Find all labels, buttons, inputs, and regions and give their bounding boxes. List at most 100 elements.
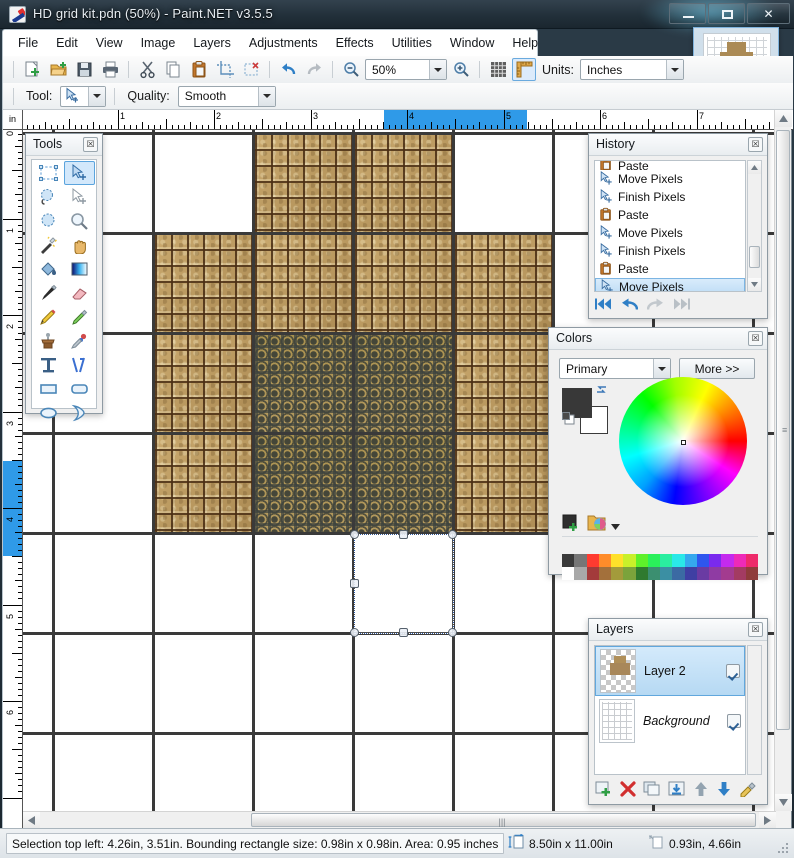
ellipse-select-tool[interactable] — [33, 209, 64, 233]
palette-swatch[interactable] — [647, 567, 660, 580]
forward-all-icon[interactable] — [673, 297, 690, 314]
rectangle-select-tool[interactable] — [33, 161, 64, 185]
units-combobox[interactable]: Inches — [579, 59, 684, 80]
close-button[interactable]: ✕ — [747, 3, 790, 24]
selection-handle-top-center[interactable] — [399, 530, 408, 539]
active-tool-combobox[interactable] — [60, 85, 107, 107]
color-mode-combobox[interactable]: Primary — [559, 358, 671, 379]
palette-swatch[interactable] — [562, 554, 575, 567]
layers-panel[interactable]: Layers ☒ Layer 2 Background — [588, 618, 768, 805]
palette-swatch[interactable] — [623, 567, 636, 580]
zoom-in-icon[interactable] — [449, 58, 473, 81]
scroll-up-button[interactable] — [775, 110, 792, 127]
palette-icon[interactable] — [587, 514, 607, 535]
vertical-scroll-thumb[interactable]: ≡ — [776, 130, 790, 730]
history-panel[interactable]: History ☒ Paste Move Pixels Finish Pixels P… — [588, 133, 768, 319]
history-item[interactable]: Move Pixels — [595, 224, 745, 242]
clone-stamp-tool[interactable] — [33, 329, 64, 353]
undo-icon[interactable] — [276, 58, 300, 81]
swap-colors-icon[interactable] — [595, 383, 608, 399]
history-item[interactable]: Move Pixels — [595, 170, 745, 188]
menu-view[interactable]: View — [87, 32, 132, 54]
palette-swatch[interactable] — [586, 554, 599, 567]
chevron-down-icon[interactable] — [653, 359, 670, 378]
palette-swatch[interactable] — [562, 567, 575, 580]
add-layer-button[interactable] — [595, 781, 613, 800]
minimize-button[interactable] — [669, 3, 706, 24]
menu-image[interactable]: Image — [132, 32, 185, 54]
rounded-rectangle-tool[interactable] — [64, 377, 95, 401]
vertical-scrollbar[interactable]: ≡ — [774, 110, 792, 811]
close-icon[interactable]: ☒ — [748, 137, 763, 152]
layer-properties-button[interactable] — [739, 781, 757, 800]
palette-row-1[interactable] — [562, 554, 758, 567]
move-layer-up-button[interactable] — [693, 781, 709, 800]
tools-panel[interactable]: Tools ☒ — [25, 133, 103, 422]
menu-file[interactable]: File — [9, 32, 47, 54]
save-icon[interactable] — [72, 58, 96, 81]
palette-swatch[interactable] — [635, 567, 648, 580]
history-scrollbar[interactable] — [747, 160, 762, 292]
color-wheel-cursor[interactable] — [681, 440, 686, 445]
colors-panel[interactable]: Colors ☒ Primary More >> — [548, 327, 768, 580]
history-item[interactable]: Paste — [595, 260, 745, 278]
selection-handle-bottom-right[interactable] — [448, 628, 457, 637]
horizontal-ruler[interactable]: 12345678 — [23, 110, 793, 130]
menu-layers[interactable]: Layers — [184, 32, 240, 54]
layers-scrollbar[interactable] — [747, 645, 762, 775]
palette-swatch[interactable] — [684, 567, 697, 580]
menu-help[interactable]: Help — [503, 32, 547, 54]
lasso-select-tool[interactable] — [33, 185, 64, 209]
print-icon[interactable] — [98, 58, 122, 81]
zoom-level-combobox[interactable]: 50% — [365, 59, 447, 80]
palette-swatch[interactable] — [574, 554, 587, 567]
vertical-ruler[interactable]: 0 1 2 3 4 5 6 — [3, 130, 23, 828]
palette-swatch[interactable] — [684, 554, 697, 567]
menu-edit[interactable]: Edit — [47, 32, 87, 54]
scroll-left-button[interactable] — [23, 812, 40, 828]
selection-handle-bottom-left[interactable] — [350, 628, 359, 637]
ellipse-tool[interactable] — [33, 401, 64, 425]
palette-row-2[interactable] — [562, 567, 758, 580]
redo-icon[interactable] — [646, 297, 664, 314]
palette-swatch[interactable] — [574, 567, 587, 580]
paste-icon[interactable] — [187, 58, 211, 81]
recolor-tool[interactable] — [64, 329, 95, 353]
reset-colors-icon[interactable] — [562, 412, 575, 425]
chevron-down-icon[interactable] — [429, 60, 446, 79]
new-icon[interactable] — [20, 58, 44, 81]
menu-adjustments[interactable]: Adjustments — [240, 32, 327, 54]
chevron-down-icon[interactable] — [257, 86, 275, 106]
history-item[interactable]: Finish Pixels — [595, 188, 745, 206]
close-icon[interactable]: ☒ — [748, 331, 763, 346]
palette-swatch[interactable] — [733, 567, 746, 580]
close-icon[interactable]: ☒ — [748, 622, 763, 637]
move-layer-down-button[interactable] — [716, 781, 732, 800]
selection-handle-top-left[interactable] — [350, 530, 359, 539]
scroll-right-button[interactable] — [759, 812, 776, 828]
palette-swatch[interactable] — [672, 554, 685, 567]
deselect-all-icon[interactable] — [239, 58, 263, 81]
palette-swatch[interactable] — [660, 554, 673, 567]
palette-swatch[interactable] — [598, 567, 611, 580]
open-icon[interactable] — [46, 58, 70, 81]
rewind-all-icon[interactable] — [595, 297, 612, 314]
crop-to-selection-icon[interactable] — [213, 58, 237, 81]
cut-icon[interactable] — [135, 58, 159, 81]
palette-swatch[interactable] — [696, 567, 709, 580]
redo-icon[interactable] — [302, 58, 326, 81]
history-item[interactable]: Finish Pixels — [595, 242, 745, 260]
layers-list[interactable]: Layer 2 Background — [594, 645, 746, 775]
palette-swatch[interactable] — [709, 567, 722, 580]
layer-visibility-checkbox[interactable] — [726, 664, 740, 678]
colors-panel-header[interactable]: Colors ☒ — [549, 328, 767, 350]
menu-window[interactable]: Window — [441, 32, 503, 54]
maximize-button[interactable] — [708, 3, 745, 24]
zoom-out-icon[interactable] — [339, 58, 363, 81]
paintbrush-tool[interactable] — [33, 281, 64, 305]
selection-handle-middle-left[interactable] — [350, 579, 359, 588]
freeform-shape-tool[interactable] — [64, 401, 95, 425]
palette-swatch[interactable] — [709, 554, 722, 567]
palette-swatch[interactable] — [733, 554, 746, 567]
add-palette-color-icon[interactable] — [562, 514, 582, 535]
